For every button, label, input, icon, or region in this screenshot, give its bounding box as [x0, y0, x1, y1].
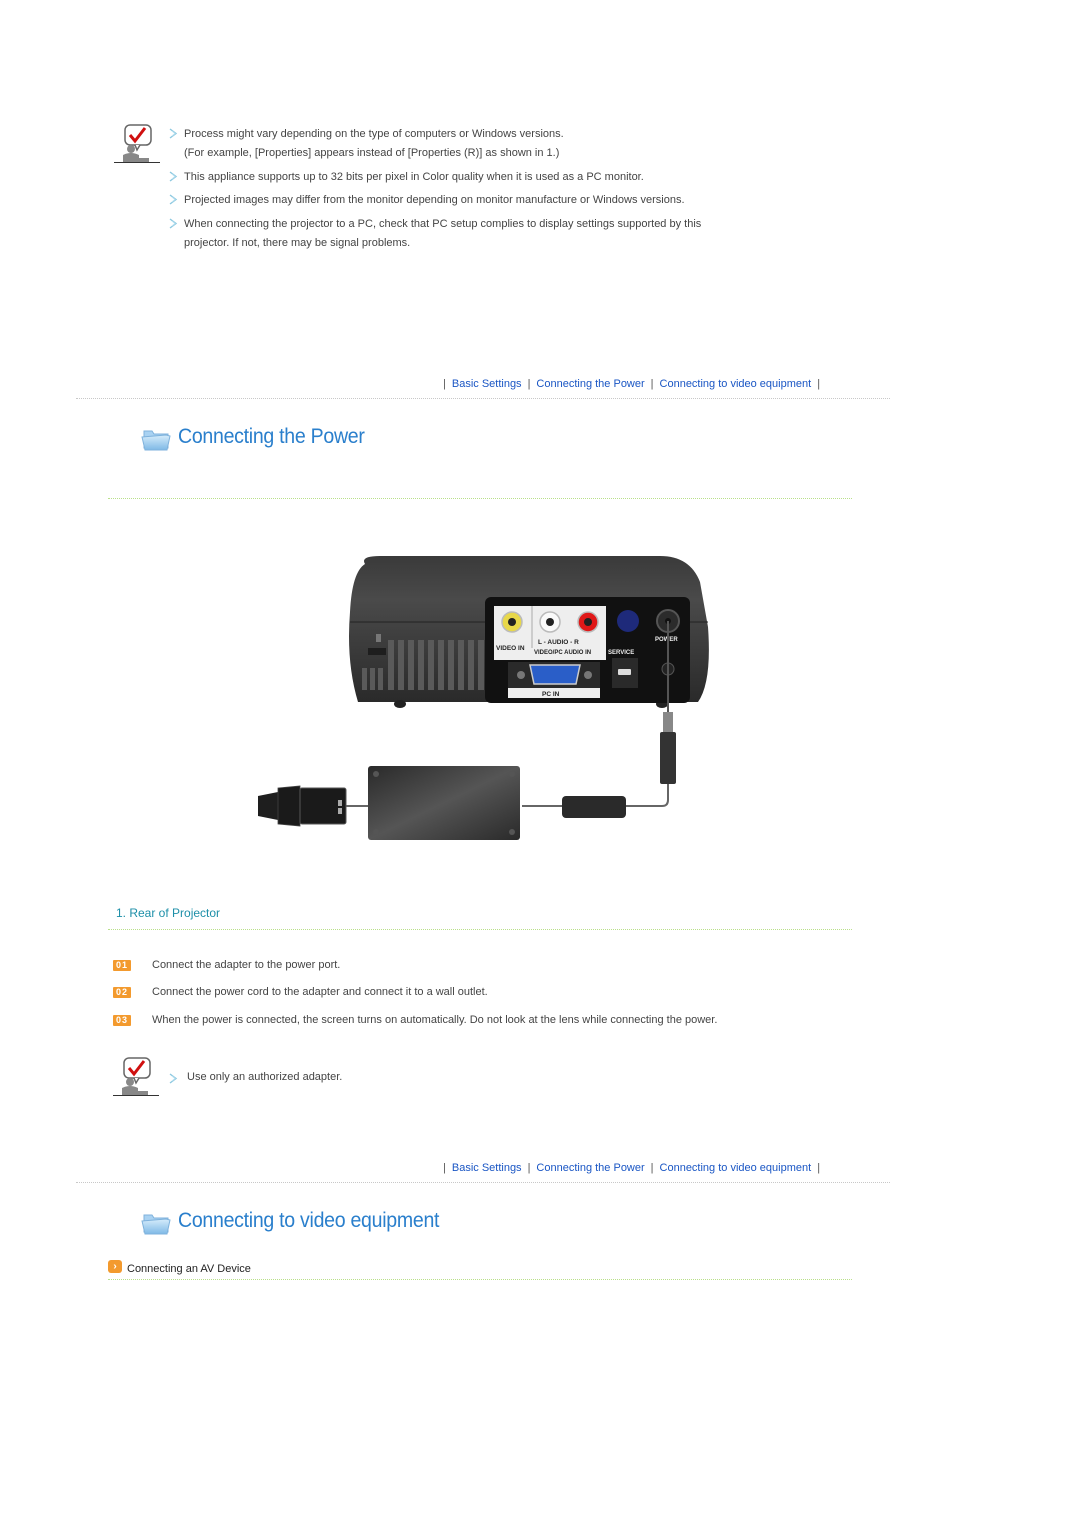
nav-link-connecting-video[interactable]: Connecting to video equipment [660, 378, 812, 390]
label-pc-in: PC IN [542, 691, 560, 698]
step-text: Connect the power cord to the adapter an… [152, 986, 488, 998]
divider [76, 398, 890, 399]
nav-separator: | [443, 378, 446, 390]
divider [108, 929, 852, 930]
note-text: projector. If not, there may be signal p… [184, 237, 411, 249]
nav-link-connecting-power[interactable]: Connecting the Power [536, 1162, 644, 1174]
nav-link-basic-settings[interactable]: Basic Settings [452, 378, 522, 390]
note-text: (For example, [Properties] appears inste… [184, 147, 560, 159]
bullet-arrow-icon [169, 171, 178, 182]
nav-separator: | [527, 1162, 531, 1174]
note-text: When connecting the projector to a PC, c… [184, 218, 702, 230]
nav-separator: | [817, 1162, 821, 1174]
nav-separator: | [527, 378, 531, 390]
note-text: This appliance supports up to 32 bits pe… [184, 171, 644, 183]
label-video-pc-audio-in: VIDEO/PC AUDIO IN [534, 650, 591, 656]
chevron-right-icon: › [108, 1260, 122, 1273]
section-title-video: Connecting to video equipment [178, 1209, 440, 1232]
folder-icon [141, 1214, 171, 1235]
label-power: POWER [655, 637, 678, 643]
divider [76, 1182, 890, 1183]
step-number-badge: 01 [113, 960, 131, 971]
divider [108, 1279, 852, 1280]
folder-icon [141, 430, 171, 451]
step-number-badge: 02 [113, 987, 131, 998]
note-text: Use only an authorized adapter. [187, 1071, 343, 1083]
section-nav: | Basic Settings | Connecting the Power | Con… [437, 378, 826, 390]
projector-power-illustration: VIDEO IN L - AUDIO - R VIDEO/PC AUDIO IN… [258, 556, 709, 840]
bullet-arrow-icon [169, 1073, 178, 1084]
note-checkmark-person-icon [113, 124, 161, 163]
figure-caption: 1. Rear of Projector [116, 906, 221, 920]
divider [108, 498, 852, 499]
nav-separator: | [443, 1162, 446, 1174]
note-checkmark-person-icon [112, 1057, 160, 1096]
nav-separator: | [650, 378, 654, 390]
section-nav: | Basic Settings | Connecting the Power | Con… [437, 1162, 826, 1174]
nav-link-connecting-power[interactable]: Connecting the Power [536, 378, 644, 390]
nav-link-connecting-video[interactable]: Connecting to video equipment [660, 1162, 812, 1174]
step-text: Connect the adapter to the power port. [152, 959, 341, 971]
note-text: Process might vary depending on the type… [184, 128, 564, 140]
subsection-title: Connecting an AV Device [127, 1263, 251, 1275]
step-text: When the power is connected, the screen … [152, 1014, 718, 1026]
nav-separator: | [817, 378, 821, 390]
bullet-arrow-icon [169, 128, 178, 139]
section-title-power: Connecting the Power [178, 425, 365, 448]
nav-link-basic-settings[interactable]: Basic Settings [452, 1162, 522, 1174]
bullet-arrow-icon [169, 218, 178, 229]
bullet-arrow-icon [169, 194, 178, 205]
nav-separator: | [650, 1162, 654, 1174]
label-audio: L - AUDIO - R [538, 639, 579, 646]
note-text: Projected images may differ from the mon… [184, 194, 685, 206]
label-service: SERVICE [608, 650, 634, 656]
label-video-in: VIDEO IN [496, 645, 525, 652]
step-number-badge: 03 [113, 1015, 131, 1026]
